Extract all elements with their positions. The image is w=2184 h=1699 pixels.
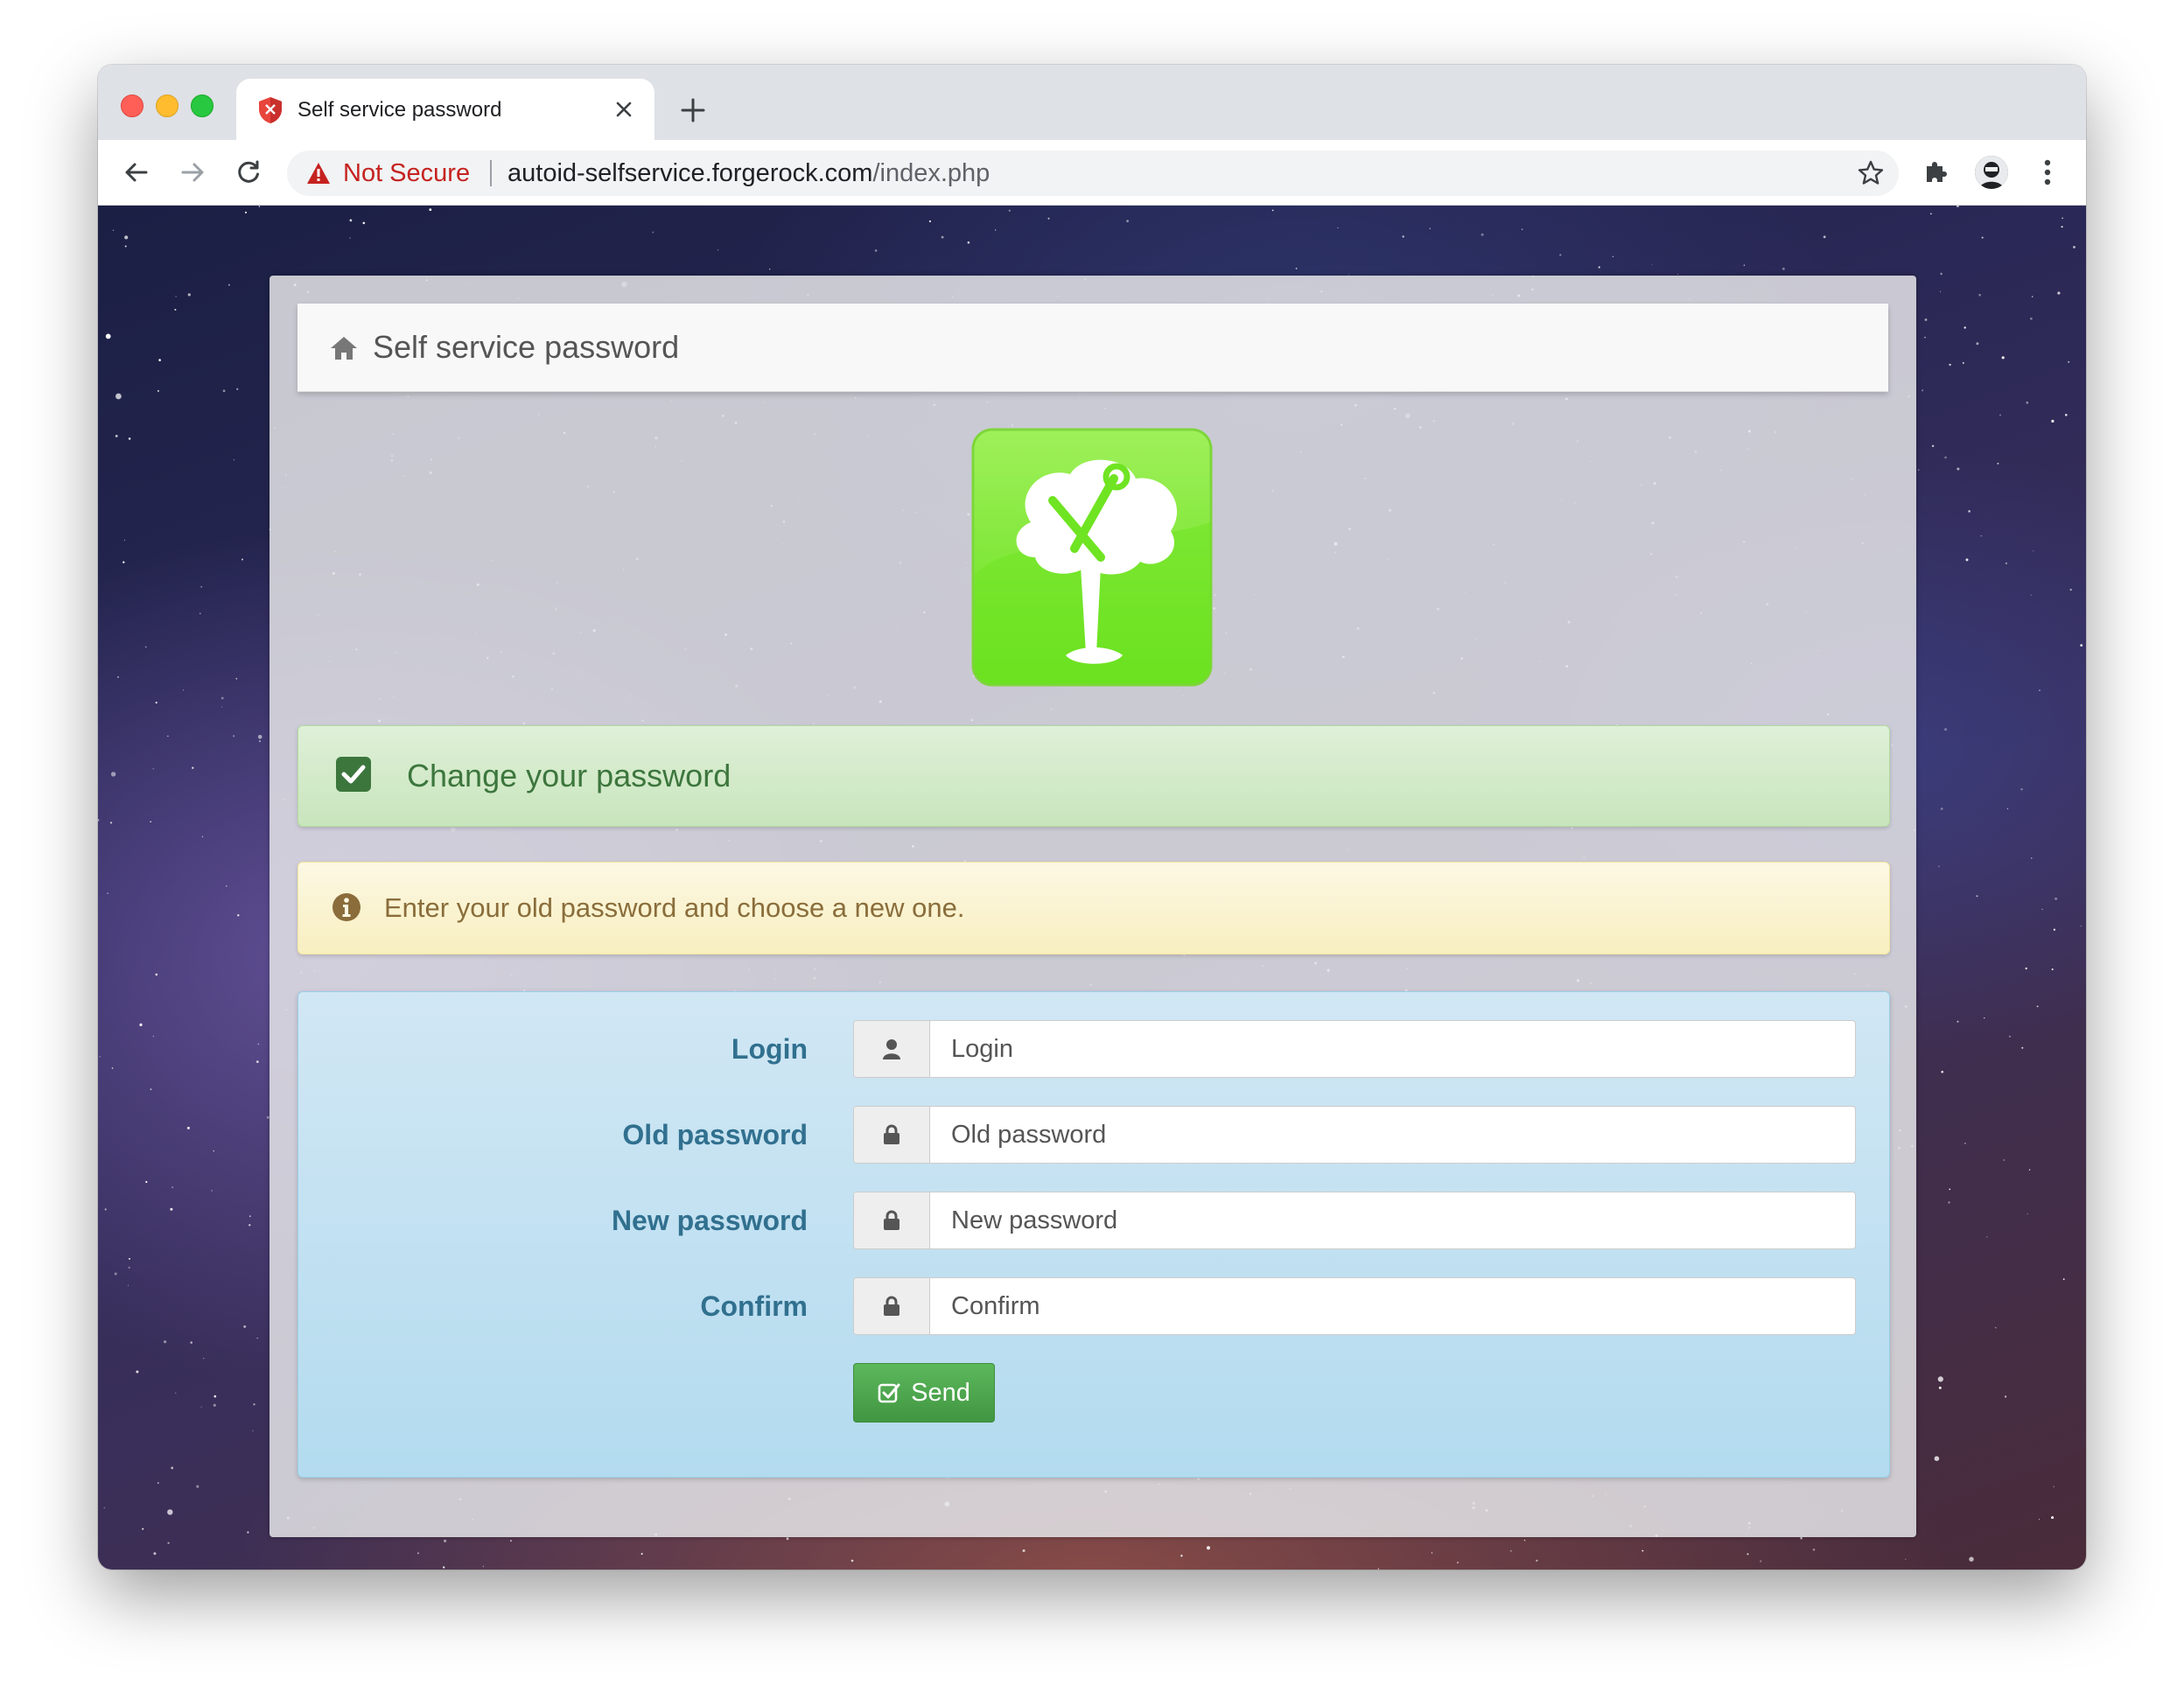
back-arrow-icon[interactable]	[116, 151, 158, 193]
page-viewport: Self service password Change your passwo…	[98, 206, 2086, 1570]
tree-logo-icon	[971, 428, 1213, 687]
old-password-label: Old password	[622, 1119, 808, 1150]
success-message: Change your password	[407, 758, 732, 794]
tab-strip: Self service password	[98, 65, 2086, 140]
main-container: Self service password Change your passwo…	[270, 276, 1916, 1537]
change-password-form: Login Old password	[298, 991, 1890, 1478]
confirm-password-input[interactable]	[930, 1278, 1853, 1334]
close-window-button[interactable]	[121, 94, 144, 117]
reload-icon[interactable]	[228, 151, 270, 193]
old-password-input[interactable]	[930, 1107, 1853, 1163]
new-tab-plus-icon[interactable]	[676, 93, 710, 128]
new-password-input-group	[853, 1192, 1856, 1249]
browser-menu-kebab-icon[interactable]	[2026, 151, 2068, 193]
navbar: Self service password	[298, 304, 1888, 392]
success-alert: Change your password	[298, 725, 1890, 827]
new-password-label: New password	[611, 1205, 808, 1236]
check-square-icon	[878, 1383, 900, 1403]
user-icon	[854, 1021, 930, 1077]
lock-icon	[854, 1278, 930, 1334]
profile-avatar[interactable]	[1970, 151, 2012, 193]
info-circle-icon	[332, 893, 360, 921]
login-label: Login	[731, 1033, 808, 1065]
tab-close-icon[interactable]	[609, 94, 639, 124]
old-password-row: Old password	[298, 1106, 1889, 1164]
url-text[interactable]: autoid-selfservice.forgerock.com/index.p…	[508, 159, 990, 187]
checkbox-checked-icon	[336, 757, 371, 792]
login-input-group	[853, 1020, 1856, 1078]
login-row: Login	[298, 1020, 1889, 1078]
confirm-input-group	[853, 1277, 1856, 1335]
send-button-label: Send	[911, 1378, 970, 1407]
browser-window: Self service password Not Secure autoid-…	[98, 65, 2086, 1570]
lock-icon	[854, 1107, 930, 1163]
old-password-input-group	[853, 1106, 1856, 1164]
lock-icon	[854, 1192, 930, 1248]
bookmark-star-icon[interactable]	[1855, 157, 1886, 189]
forward-arrow-icon[interactable]	[172, 151, 214, 193]
maximize-window-button[interactable]	[191, 94, 214, 117]
warning-triangle-icon	[307, 163, 330, 184]
browser-toolbar: Not Secure autoid-selfservice.forgerock.…	[98, 140, 2086, 206]
address-divider	[490, 160, 492, 186]
url-path: /index.php	[872, 159, 990, 187]
confirm-password-row: Confirm	[298, 1277, 1889, 1335]
new-password-input[interactable]	[930, 1192, 1853, 1248]
login-input[interactable]	[930, 1021, 1853, 1077]
info-alert: Enter your old password and choose a new…	[298, 862, 1890, 954]
security-status-label[interactable]: Not Secure	[343, 159, 470, 187]
url-host: autoid-selfservice.forgerock.com	[508, 159, 873, 187]
extensions-puzzle-icon[interactable]	[1914, 151, 1956, 193]
avatar-icon	[1975, 156, 2008, 189]
send-button[interactable]: Send	[853, 1363, 995, 1423]
info-message: Enter your old password and choose a new…	[384, 892, 965, 923]
minimize-window-button[interactable]	[156, 94, 178, 117]
new-password-row: New password	[298, 1192, 1889, 1249]
tab-title: Self service password	[298, 98, 502, 122]
home-icon[interactable]	[329, 335, 359, 361]
browser-tab[interactable]: Self service password	[236, 79, 654, 140]
shield-favicon-icon	[259, 97, 282, 123]
address-bar[interactable]: Not Secure autoid-selfservice.forgerock.…	[287, 150, 1899, 196]
confirm-label: Confirm	[700, 1290, 808, 1322]
navbar-brand[interactable]: Self service password	[373, 328, 679, 367]
